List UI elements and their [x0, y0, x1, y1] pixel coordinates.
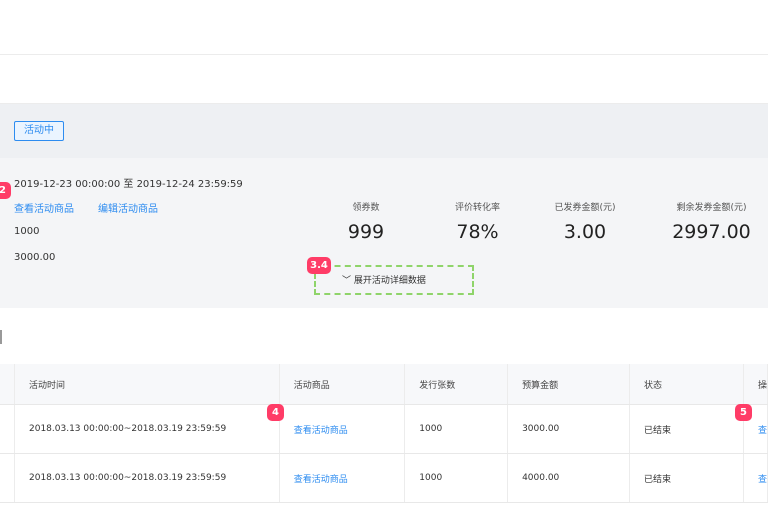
stat-label: 剩余发券金额(元)	[676, 203, 747, 213]
table-cell-status: 已结束	[629, 404, 744, 454]
table-cell-count: 1000	[404, 404, 509, 454]
table-header: 操	[743, 364, 768, 405]
stat-label: 评价转化率	[454, 203, 500, 213]
table-header: 预算金额	[507, 364, 631, 405]
table-header-row: 活动时间 活动商品 发行张数 预算金额 状态 操	[0, 364, 768, 405]
stat-review-conversion: 评价转化率 78%	[440, 200, 515, 243]
sub-header-band	[0, 55, 768, 104]
table-header: 活动时间	[14, 364, 280, 405]
table-cell-action: 查	[743, 453, 768, 503]
table-header-checkbox-col	[0, 364, 15, 405]
action-link[interactable]: 查	[758, 426, 767, 436]
stat-value: 78%	[456, 221, 499, 243]
stat-label: 领券数	[352, 203, 380, 213]
annotation-marker-4: 4	[267, 404, 284, 421]
table-header: 活动商品	[279, 364, 406, 405]
table-cell-budget: 3000.00	[507, 404, 631, 454]
section-indicator	[0, 330, 2, 344]
view-activity-goods-link[interactable]: 查看活动商品	[294, 426, 348, 436]
table-header: 发行张数	[404, 364, 509, 405]
expand-details-label: 展开活动详细数据	[353, 276, 426, 286]
annotation-marker-3-4: 3.4	[307, 257, 331, 274]
budget-value: 3000.00	[14, 252, 56, 263]
top-bar	[0, 0, 768, 55]
view-activity-goods-link[interactable]: 查看活动商品	[294, 475, 348, 485]
stat-value: 999	[347, 221, 385, 243]
table-cell-goods: 查看活动商品	[279, 453, 406, 503]
table-row: 2018.03.13 00:00:00~2018.03.19 23:59:59 …	[0, 404, 768, 454]
chevron-down-icon: ﹀	[342, 276, 352, 286]
table-row: 2018.03.13 00:00:00~2018.03.19 23:59:59 …	[0, 453, 768, 503]
table-header: 状态	[629, 364, 744, 405]
activity-history-table: 活动时间 活动商品 发行张数 预算金额 状态 操 2018.03.13 00:0…	[0, 364, 768, 503]
expand-details-button[interactable]: ﹀ 展开活动详细数据	[342, 273, 426, 286]
view-activity-goods-link[interactable]: 查看活动商品	[14, 200, 74, 215]
panel-header: 活动中	[0, 104, 768, 158]
table-cell	[0, 453, 15, 503]
edit-activity-goods-link[interactable]: 编辑活动商品	[98, 200, 158, 215]
stat-issued-amount: 已发券金额(元) 3.00	[545, 200, 625, 243]
status-badge: 活动中	[14, 121, 64, 141]
table-cell-time: 2018.03.13 00:00:00~2018.03.19 23:59:59	[14, 404, 280, 454]
table-cell-goods: 查看活动商品	[279, 404, 406, 454]
stat-value: 2997.00	[672, 221, 751, 243]
stat-label: 已发券金额(元)	[554, 203, 616, 213]
stat-value: 3.00	[563, 221, 607, 243]
stat-coupons-received: 领券数 999	[341, 200, 391, 243]
table-cell	[0, 404, 15, 454]
expand-details-highlight: ﹀ 展开活动详细数据	[314, 265, 474, 295]
annotation-marker-2: 2	[0, 182, 11, 199]
table-cell-budget: 4000.00	[507, 453, 631, 503]
annotation-marker-5: 5	[735, 404, 752, 421]
table-cell-count: 1000	[404, 453, 509, 503]
issue-count-value: 1000	[14, 226, 40, 237]
activity-summary-panel: 活动中 2 2019-12-23 00:00:00 至 2019-12-24 2…	[0, 104, 768, 308]
table-cell-status: 已结束	[629, 453, 744, 503]
stat-remaining-amount: 剩余发券金额(元) 2997.00	[664, 200, 759, 243]
table-cell-time: 2018.03.13 00:00:00~2018.03.19 23:59:59	[14, 453, 280, 503]
action-link[interactable]: 查	[758, 475, 767, 485]
activity-date-range: 2019-12-23 00:00:00 至 2019-12-24 23:59:5…	[14, 179, 243, 190]
